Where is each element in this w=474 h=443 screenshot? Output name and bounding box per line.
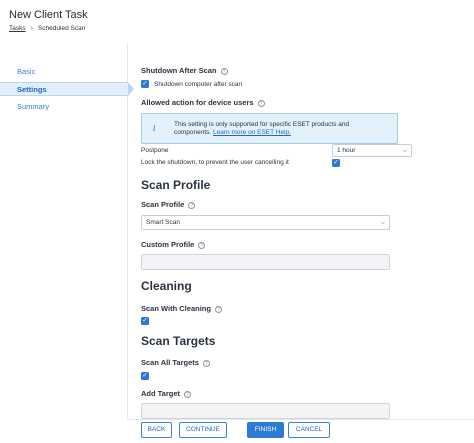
settings-panel: Shutdown After Scan? ✓ Shutdown computer… xyxy=(128,44,474,419)
question-circle-icon[interactable]: ? xyxy=(202,359,210,367)
custom-profile-label: Custom Profile? xyxy=(141,240,206,249)
check-icon: ✓ xyxy=(333,159,339,166)
shutdown-checkbox[interactable]: ✓ xyxy=(141,80,149,88)
check-icon: ✓ xyxy=(142,372,148,379)
cleaning-section-title: Cleaning xyxy=(141,279,192,293)
allowed-action-heading-text: Allowed action for device users xyxy=(141,98,254,107)
scan-profile-select[interactable]: Smart Scan ⌵ xyxy=(141,215,390,230)
breadcrumb: Tasks › Scheduled Scan xyxy=(9,25,85,32)
info-text: This setting is only supported for speci… xyxy=(174,121,384,137)
scan-with-cleaning-label: Scan With Cleaning? xyxy=(141,304,222,313)
shutdown-heading-text: Shutdown After Scan xyxy=(141,66,217,75)
scan-with-cleaning-label-text: Scan With Cleaning xyxy=(141,304,211,313)
shutdown-heading: Shutdown After Scan? xyxy=(141,66,228,75)
sidebar-item-settings[interactable]: Settings xyxy=(0,82,134,96)
question-circle-icon[interactable]: ? xyxy=(198,241,206,249)
info-box: i This setting is only supported for spe… xyxy=(141,113,398,144)
allowed-action-heading: Allowed action for device users? xyxy=(141,98,265,107)
postpone-value: 1 hour xyxy=(337,147,356,154)
check-icon: ✓ xyxy=(142,80,148,87)
question-circle-icon[interactable]: ? xyxy=(184,390,192,398)
learn-more-link[interactable]: Learn more on ESET Help. xyxy=(213,129,291,136)
shutdown-checkbox-label: Shutdown computer after scan xyxy=(154,81,243,88)
custom-profile-input[interactable] xyxy=(141,254,390,270)
page-header: New Client Task Tasks › Scheduled Scan xyxy=(0,0,474,44)
chevron-down-icon: ⌵ xyxy=(380,220,385,226)
lock-shutdown-checkbox[interactable]: ✓ xyxy=(332,159,340,167)
breadcrumb-current: Scheduled Scan xyxy=(37,25,86,32)
scan-all-targets-checkbox[interactable]: ✓ xyxy=(141,372,149,380)
check-icon: ✓ xyxy=(142,317,148,324)
scan-profile-section-title: Scan Profile xyxy=(141,178,211,192)
continue-button[interactable]: CONTINUE xyxy=(179,422,227,438)
scan-profile-label-text: Scan Profile xyxy=(141,200,185,209)
postpone-label: Postpone xyxy=(141,147,169,154)
custom-profile-label-text: Custom Profile xyxy=(141,240,195,249)
add-target-label-text: Add Target xyxy=(141,389,181,398)
question-circle-icon[interactable]: ? xyxy=(188,201,196,209)
lock-shutdown-label: Lock the shutdown, to prevent the user c… xyxy=(141,159,289,166)
breadcrumb-tasks-link[interactable]: Tasks xyxy=(9,25,26,32)
question-circle-icon[interactable]: ? xyxy=(220,67,228,75)
sidebar-item-summary[interactable]: Summary xyxy=(0,100,128,114)
back-button[interactable]: BACK xyxy=(141,422,172,438)
wizard-footer: BACK CONTINUE FINISH CANCEL xyxy=(128,419,474,443)
scan-all-targets-label: Scan All Targets? xyxy=(141,358,210,367)
info-icon: i xyxy=(153,124,156,133)
wizard-sidebar: Basic Settings Summary xyxy=(0,44,134,419)
page-title: New Client Task xyxy=(9,9,88,21)
scan-all-targets-label-text: Scan All Targets xyxy=(141,358,199,367)
scan-with-cleaning-checkbox[interactable]: ✓ xyxy=(141,317,149,325)
postpone-select[interactable]: 1 hour ⌵ xyxy=(332,144,412,157)
scan-profile-value: Smart Scan xyxy=(146,219,180,226)
chevron-down-icon: ⌵ xyxy=(402,148,407,154)
finish-button[interactable]: FINISH xyxy=(247,422,284,438)
add-target-label: Add Target? xyxy=(141,389,192,398)
scan-targets-section-title: Scan Targets xyxy=(141,334,216,348)
question-circle-icon[interactable]: ? xyxy=(214,305,222,313)
sidebar-item-basic[interactable]: Basic xyxy=(0,65,128,79)
cancel-button[interactable]: CANCEL xyxy=(288,422,330,438)
chevron-right-icon: › xyxy=(30,25,33,32)
question-circle-icon[interactable]: ? xyxy=(257,99,265,107)
add-target-input[interactable] xyxy=(141,403,390,419)
scan-profile-label: Scan Profile? xyxy=(141,200,196,209)
